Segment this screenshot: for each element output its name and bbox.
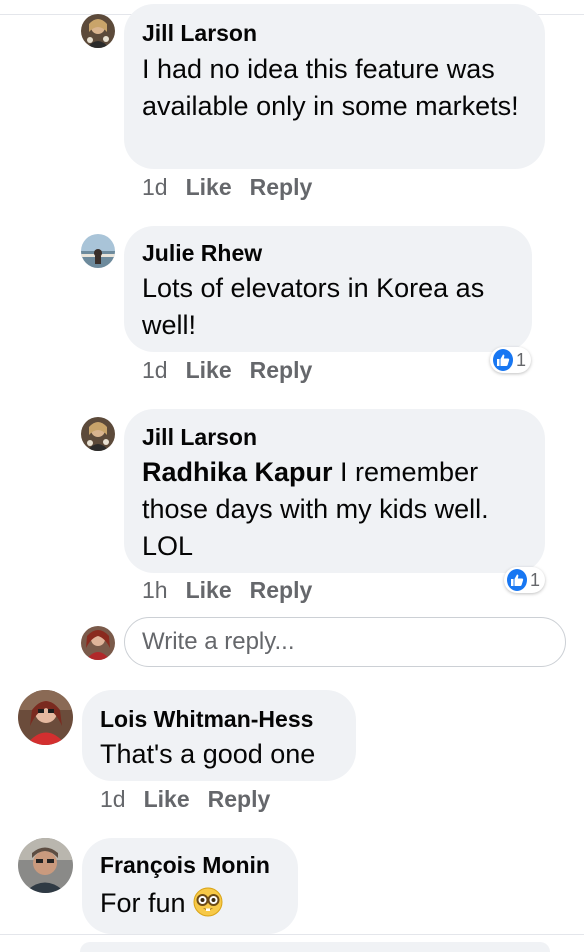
nerd-face-emoji bbox=[193, 887, 223, 917]
like-reaction-icon bbox=[493, 349, 513, 371]
comment-author[interactable]: Julie Rhew bbox=[142, 240, 262, 267]
like-reaction-icon bbox=[507, 569, 527, 591]
comment-actions: 1h Like Reply bbox=[142, 577, 312, 604]
comment-author[interactable]: Jill Larson bbox=[142, 20, 257, 47]
bottom-divider bbox=[0, 934, 584, 935]
reply-link[interactable]: Reply bbox=[250, 174, 313, 200]
reaction-badge[interactable]: 1 bbox=[490, 347, 531, 373]
comment-author[interactable]: Jill Larson bbox=[142, 424, 257, 451]
comment-timestamp[interactable]: 1h bbox=[142, 577, 168, 603]
mention-link[interactable]: Radhika Kapur bbox=[142, 457, 333, 487]
comment-text-body: For fun bbox=[100, 888, 186, 918]
comment-author[interactable]: Lois Whitman-Hess bbox=[100, 706, 313, 733]
like-link[interactable]: Like bbox=[144, 786, 190, 812]
reply-link[interactable]: Reply bbox=[250, 357, 313, 383]
like-link[interactable]: Like bbox=[186, 357, 232, 383]
next-comment-bubble-partial bbox=[80, 942, 550, 952]
avatar-jill-larson[interactable] bbox=[81, 14, 115, 48]
avatar-jill-larson[interactable] bbox=[81, 417, 115, 451]
comment-text: I had no idea this feature was available… bbox=[142, 54, 519, 121]
comment-text: Radhika Kapur I remember those days with… bbox=[142, 454, 537, 565]
comment-author[interactable]: François Monin bbox=[100, 852, 270, 879]
comment-timestamp[interactable]: 1d bbox=[142, 357, 168, 383]
reply-input-box[interactable] bbox=[124, 617, 566, 667]
comment-text: Lots of elevators in Korea as well! bbox=[142, 273, 485, 340]
comment-timestamp[interactable]: 1d bbox=[100, 786, 126, 812]
reaction-count: 1 bbox=[515, 349, 526, 370]
reply-link[interactable]: Reply bbox=[208, 786, 271, 812]
comment-actions: 1d Like Reply bbox=[142, 174, 312, 201]
reply-link[interactable]: Reply bbox=[250, 577, 313, 603]
comment-text: That's a good one bbox=[100, 739, 316, 769]
comment-text: For fun bbox=[100, 885, 290, 922]
current-user-avatar bbox=[81, 626, 115, 660]
comment-timestamp[interactable]: 1d bbox=[142, 174, 168, 200]
comment-actions: 1d Like Reply bbox=[142, 357, 312, 384]
like-link[interactable]: Like bbox=[186, 174, 232, 200]
reaction-count: 1 bbox=[529, 569, 540, 590]
reaction-badge[interactable]: 1 bbox=[504, 567, 545, 593]
reply-input[interactable] bbox=[125, 618, 565, 666]
comment-actions: 1d Like Reply bbox=[100, 786, 270, 813]
like-link[interactable]: Like bbox=[186, 577, 232, 603]
avatar-francois-monin[interactable] bbox=[18, 838, 73, 893]
avatar-julie-rhew[interactable] bbox=[81, 234, 115, 268]
avatar-lois-whitman-hess[interactable] bbox=[18, 690, 73, 745]
